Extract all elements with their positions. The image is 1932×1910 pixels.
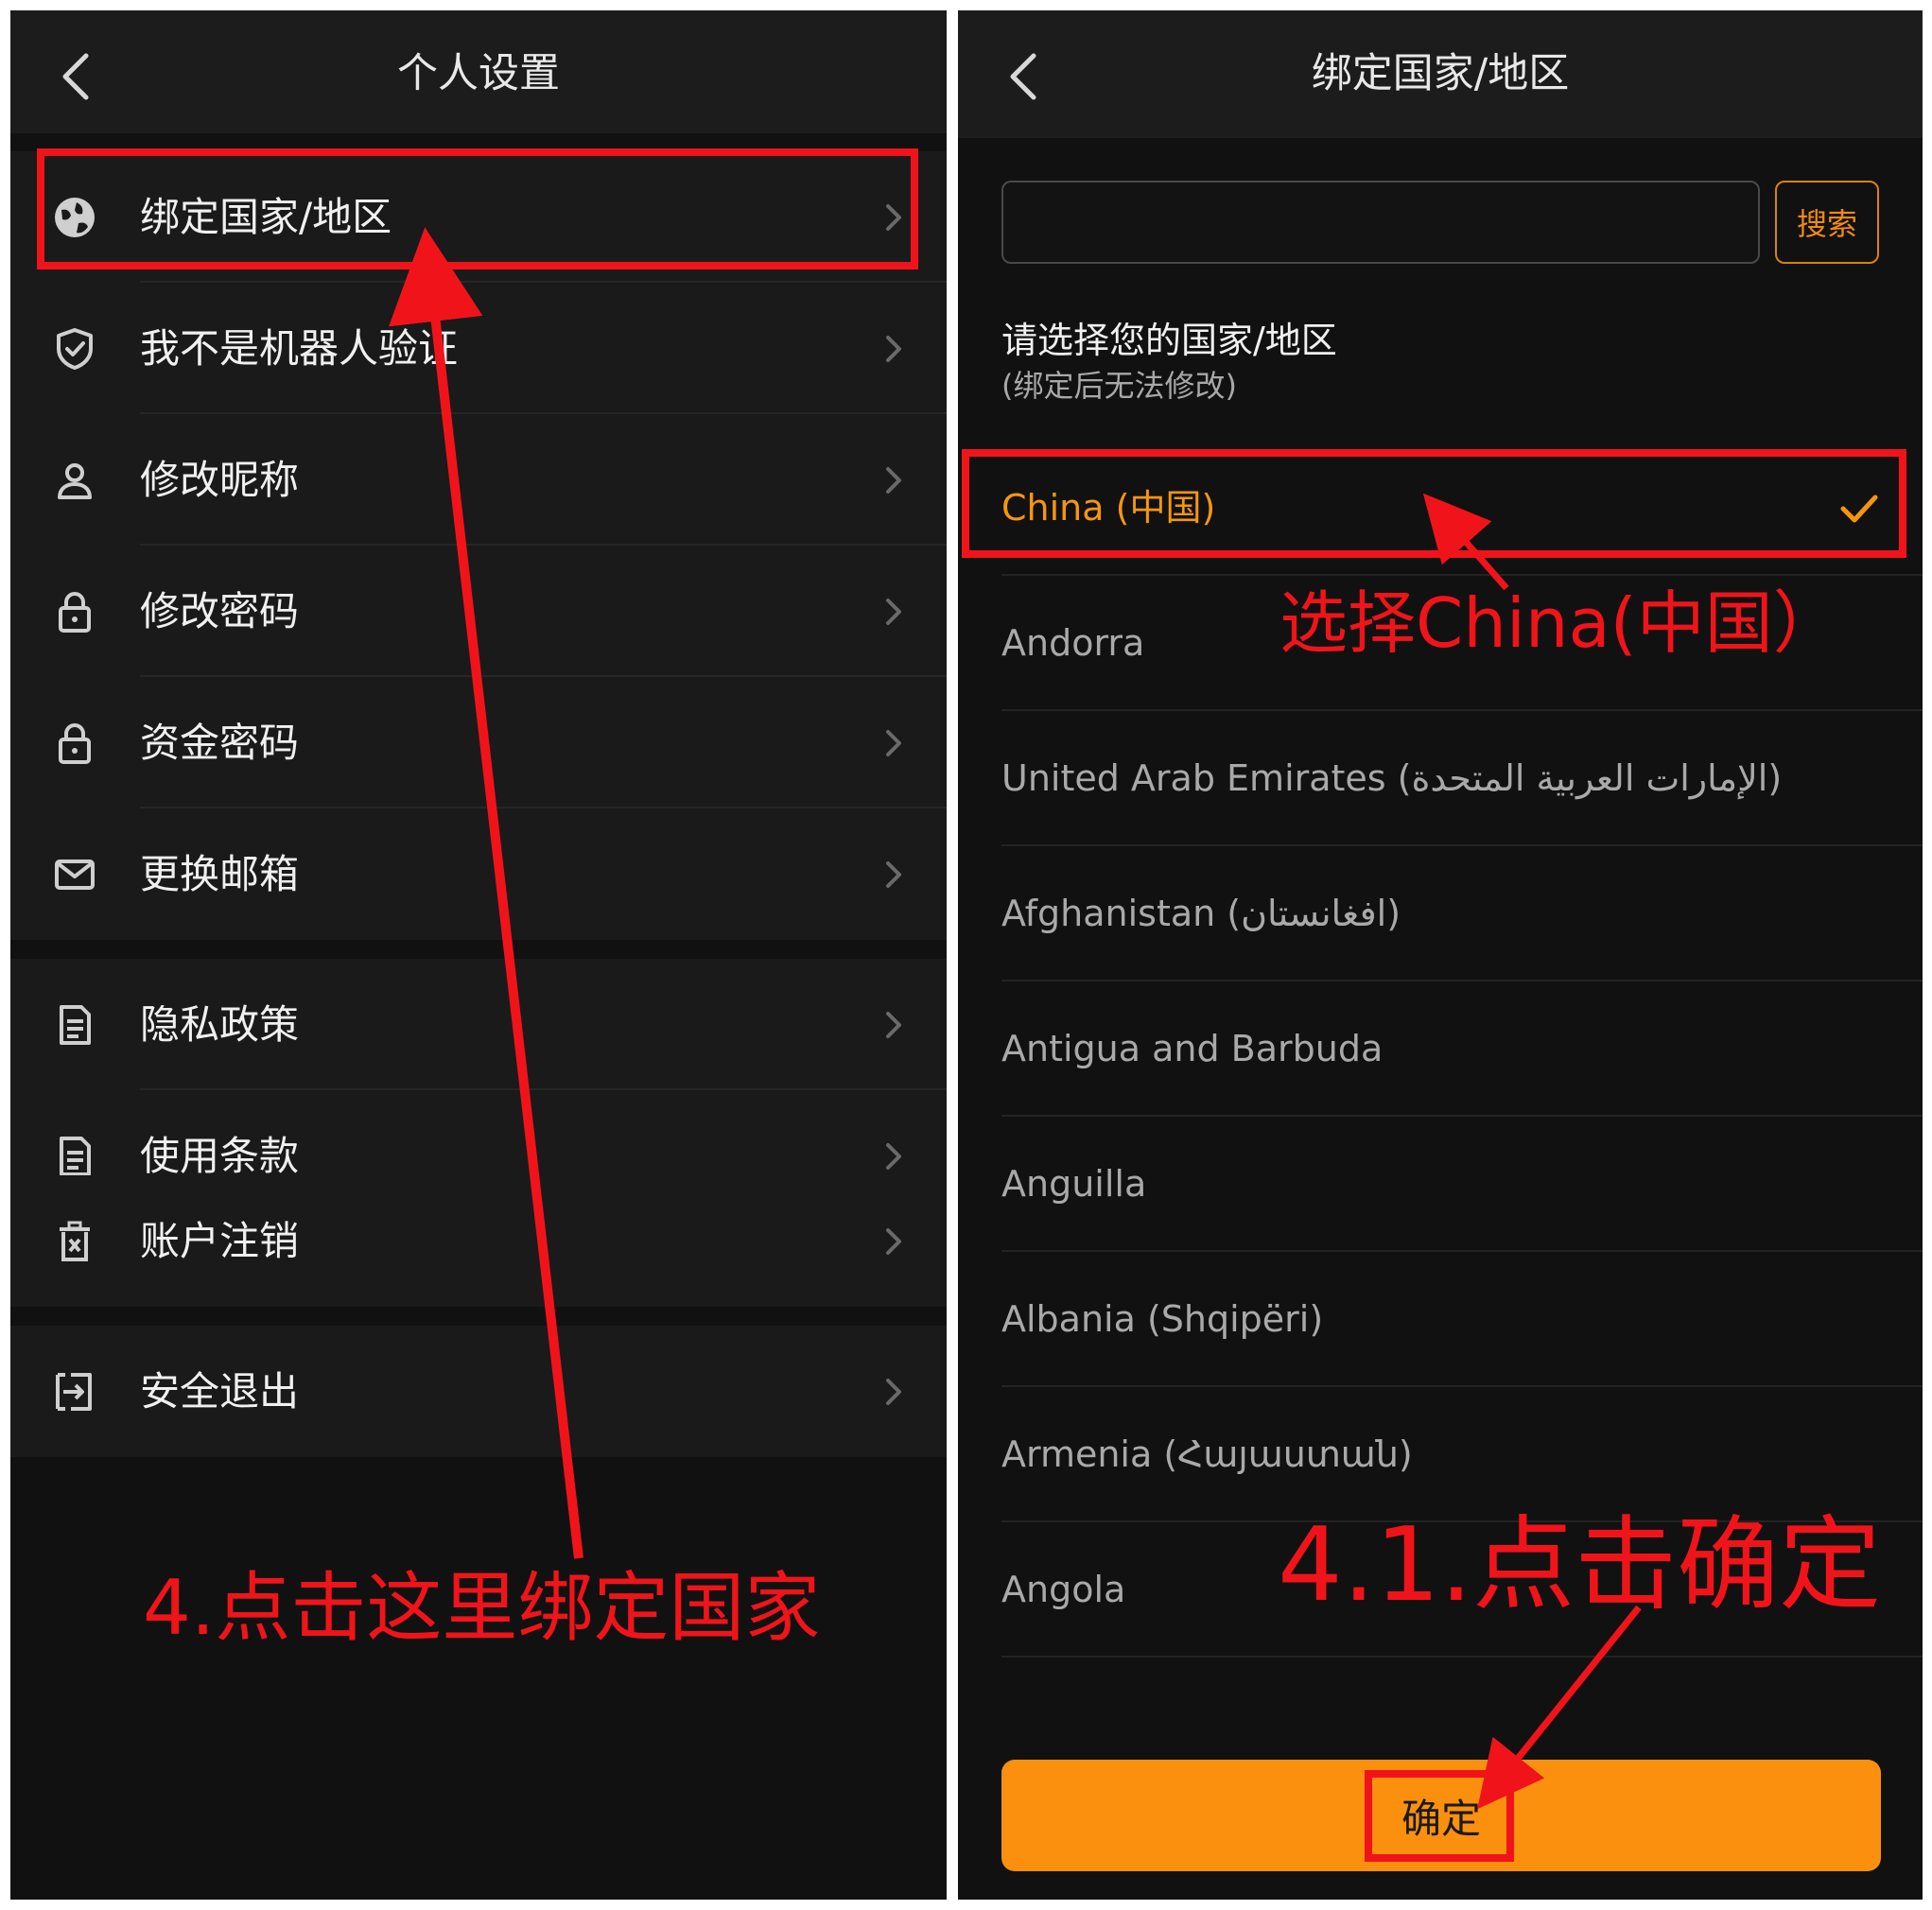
settings-group: 账户注销	[10, 1175, 947, 1307]
search-button[interactable]: 搜索	[1775, 181, 1879, 264]
settings-row[interactable]: 资金密码	[10, 677, 947, 808]
chevron-right-icon	[879, 330, 907, 368]
user-icon	[52, 458, 97, 503]
nav-bar: 绑定国家/地区	[958, 10, 1923, 138]
lock-icon	[52, 589, 97, 634]
document-icon	[52, 1134, 97, 1179]
screenshot-stage: 个人设置 绑定国家/地区我不是机器人验证 修改昵称修改密码资金密码更换邮箱隐私政策…	[0, 0, 1932, 1910]
settings-row-label: 资金密码	[140, 720, 300, 766]
country-item[interactable]: Antigua and Barbuda	[958, 981, 1923, 1117]
annotation-left: 4.点击这里绑定国家	[143, 1564, 821, 1652]
country-list: China (中国) Andorra United Arab Emirates (ا…	[958, 441, 1923, 1658]
chevron-right-icon	[879, 593, 907, 631]
country-item[interactable]: Anguilla	[958, 1117, 1923, 1252]
chevron-right-icon	[879, 199, 907, 236]
page-title: 个人设置	[397, 50, 560, 97]
country-item[interactable]: Afghanistan (افغانستان)	[958, 846, 1923, 981]
settings-row-label: 我不是机器人验证	[140, 325, 459, 372]
settings-row[interactable]: 我不是机器人验证	[10, 283, 947, 414]
settings-row-label: 更换邮箱	[140, 851, 300, 897]
document-icon	[52, 1002, 97, 1048]
chevron-right-icon	[879, 1373, 907, 1411]
country-name: Albania (Shqipëri)	[1001, 1298, 1324, 1340]
settings-row-label: 绑定国家/地区	[140, 194, 392, 240]
chevron-right-icon	[879, 724, 907, 762]
settings-group: 绑定国家/地区我不是机器人验证 修改昵称修改密码资金密码更换邮箱	[10, 151, 947, 940]
shield-check-icon	[52, 326, 97, 372]
country-item[interactable]: Albania (Shqipëri)	[958, 1252, 1923, 1387]
country-name: Anguilla	[1001, 1163, 1147, 1205]
settings-row[interactable]: 绑定国家/地区	[10, 151, 947, 283]
lock-icon	[52, 721, 97, 766]
settings-row[interactable]: 修改密码	[10, 546, 947, 677]
page-title: 绑定国家/地区	[1311, 50, 1570, 97]
settings-row[interactable]: 账户注销	[10, 1175, 947, 1307]
country-name: Afghanistan (افغانستان)	[1001, 893, 1401, 934]
settings-row-label: 账户注销	[140, 1218, 300, 1264]
divider	[1001, 1656, 1923, 1658]
bind-hint: (绑定后无法修改)	[1001, 368, 1237, 404]
settings-group: 安全退出	[10, 1326, 947, 1457]
globe-icon	[52, 195, 97, 240]
settings-row[interactable]: 修改昵称	[10, 414, 947, 546]
country-name: Angola	[1001, 1569, 1126, 1610]
mail-icon	[52, 852, 97, 897]
bind-country-screen: 绑定国家/地区 搜索 请选择您的国家/地区 (绑定后无法修改) China (中…	[958, 10, 1923, 1900]
logout-icon	[52, 1369, 97, 1415]
chevron-right-icon	[879, 1137, 907, 1175]
settings-row-label: 修改密码	[140, 588, 300, 634]
settings-row[interactable]: 隐私政策	[10, 959, 947, 1090]
country-name: Antigua and Barbuda	[1001, 1028, 1384, 1069]
trash-icon	[52, 1219, 97, 1264]
country-item-selected[interactable]: China (中国)	[958, 441, 1923, 576]
country-item[interactable]: United Arab Emirates (الإمارات العربية ا…	[958, 711, 1923, 846]
country-item[interactable]: Armenia (Հայաստան)	[958, 1387, 1923, 1522]
chevron-right-icon	[879, 1006, 907, 1044]
checkmark-icon	[1839, 492, 1879, 526]
country-name: Andorra	[1001, 622, 1145, 664]
country-name: China (中国)	[1001, 487, 1216, 529]
nav-bar: 个人设置	[10, 10, 947, 133]
country-name: United Arab Emirates (الإمارات العربية ا…	[1001, 757, 1783, 799]
country-name: Armenia (Հայաստան)	[1001, 1433, 1413, 1475]
settings-row-label: 修改昵称	[140, 457, 300, 503]
country-item[interactable]: Angola	[958, 1522, 1923, 1658]
chevron-right-icon	[879, 1223, 907, 1260]
settings-row-label: 安全退出	[140, 1368, 300, 1415]
select-prompt: 请选择您的国家/地区	[1001, 320, 1337, 361]
search-input[interactable]	[1001, 181, 1760, 264]
settings-row[interactable]: 更换邮箱	[10, 808, 947, 940]
confirm-button[interactable]: 确定	[1001, 1760, 1881, 1871]
personal-settings-screen: 个人设置 绑定国家/地区我不是机器人验证 修改昵称修改密码资金密码更换邮箱隐私政策…	[10, 10, 947, 1900]
settings-row-label: 隐私政策	[140, 1001, 300, 1048]
country-item[interactable]: Andorra	[958, 576, 1923, 711]
chevron-right-icon	[879, 461, 907, 499]
settings-row[interactable]: 安全退出	[10, 1326, 947, 1457]
chevron-right-icon	[879, 856, 907, 894]
